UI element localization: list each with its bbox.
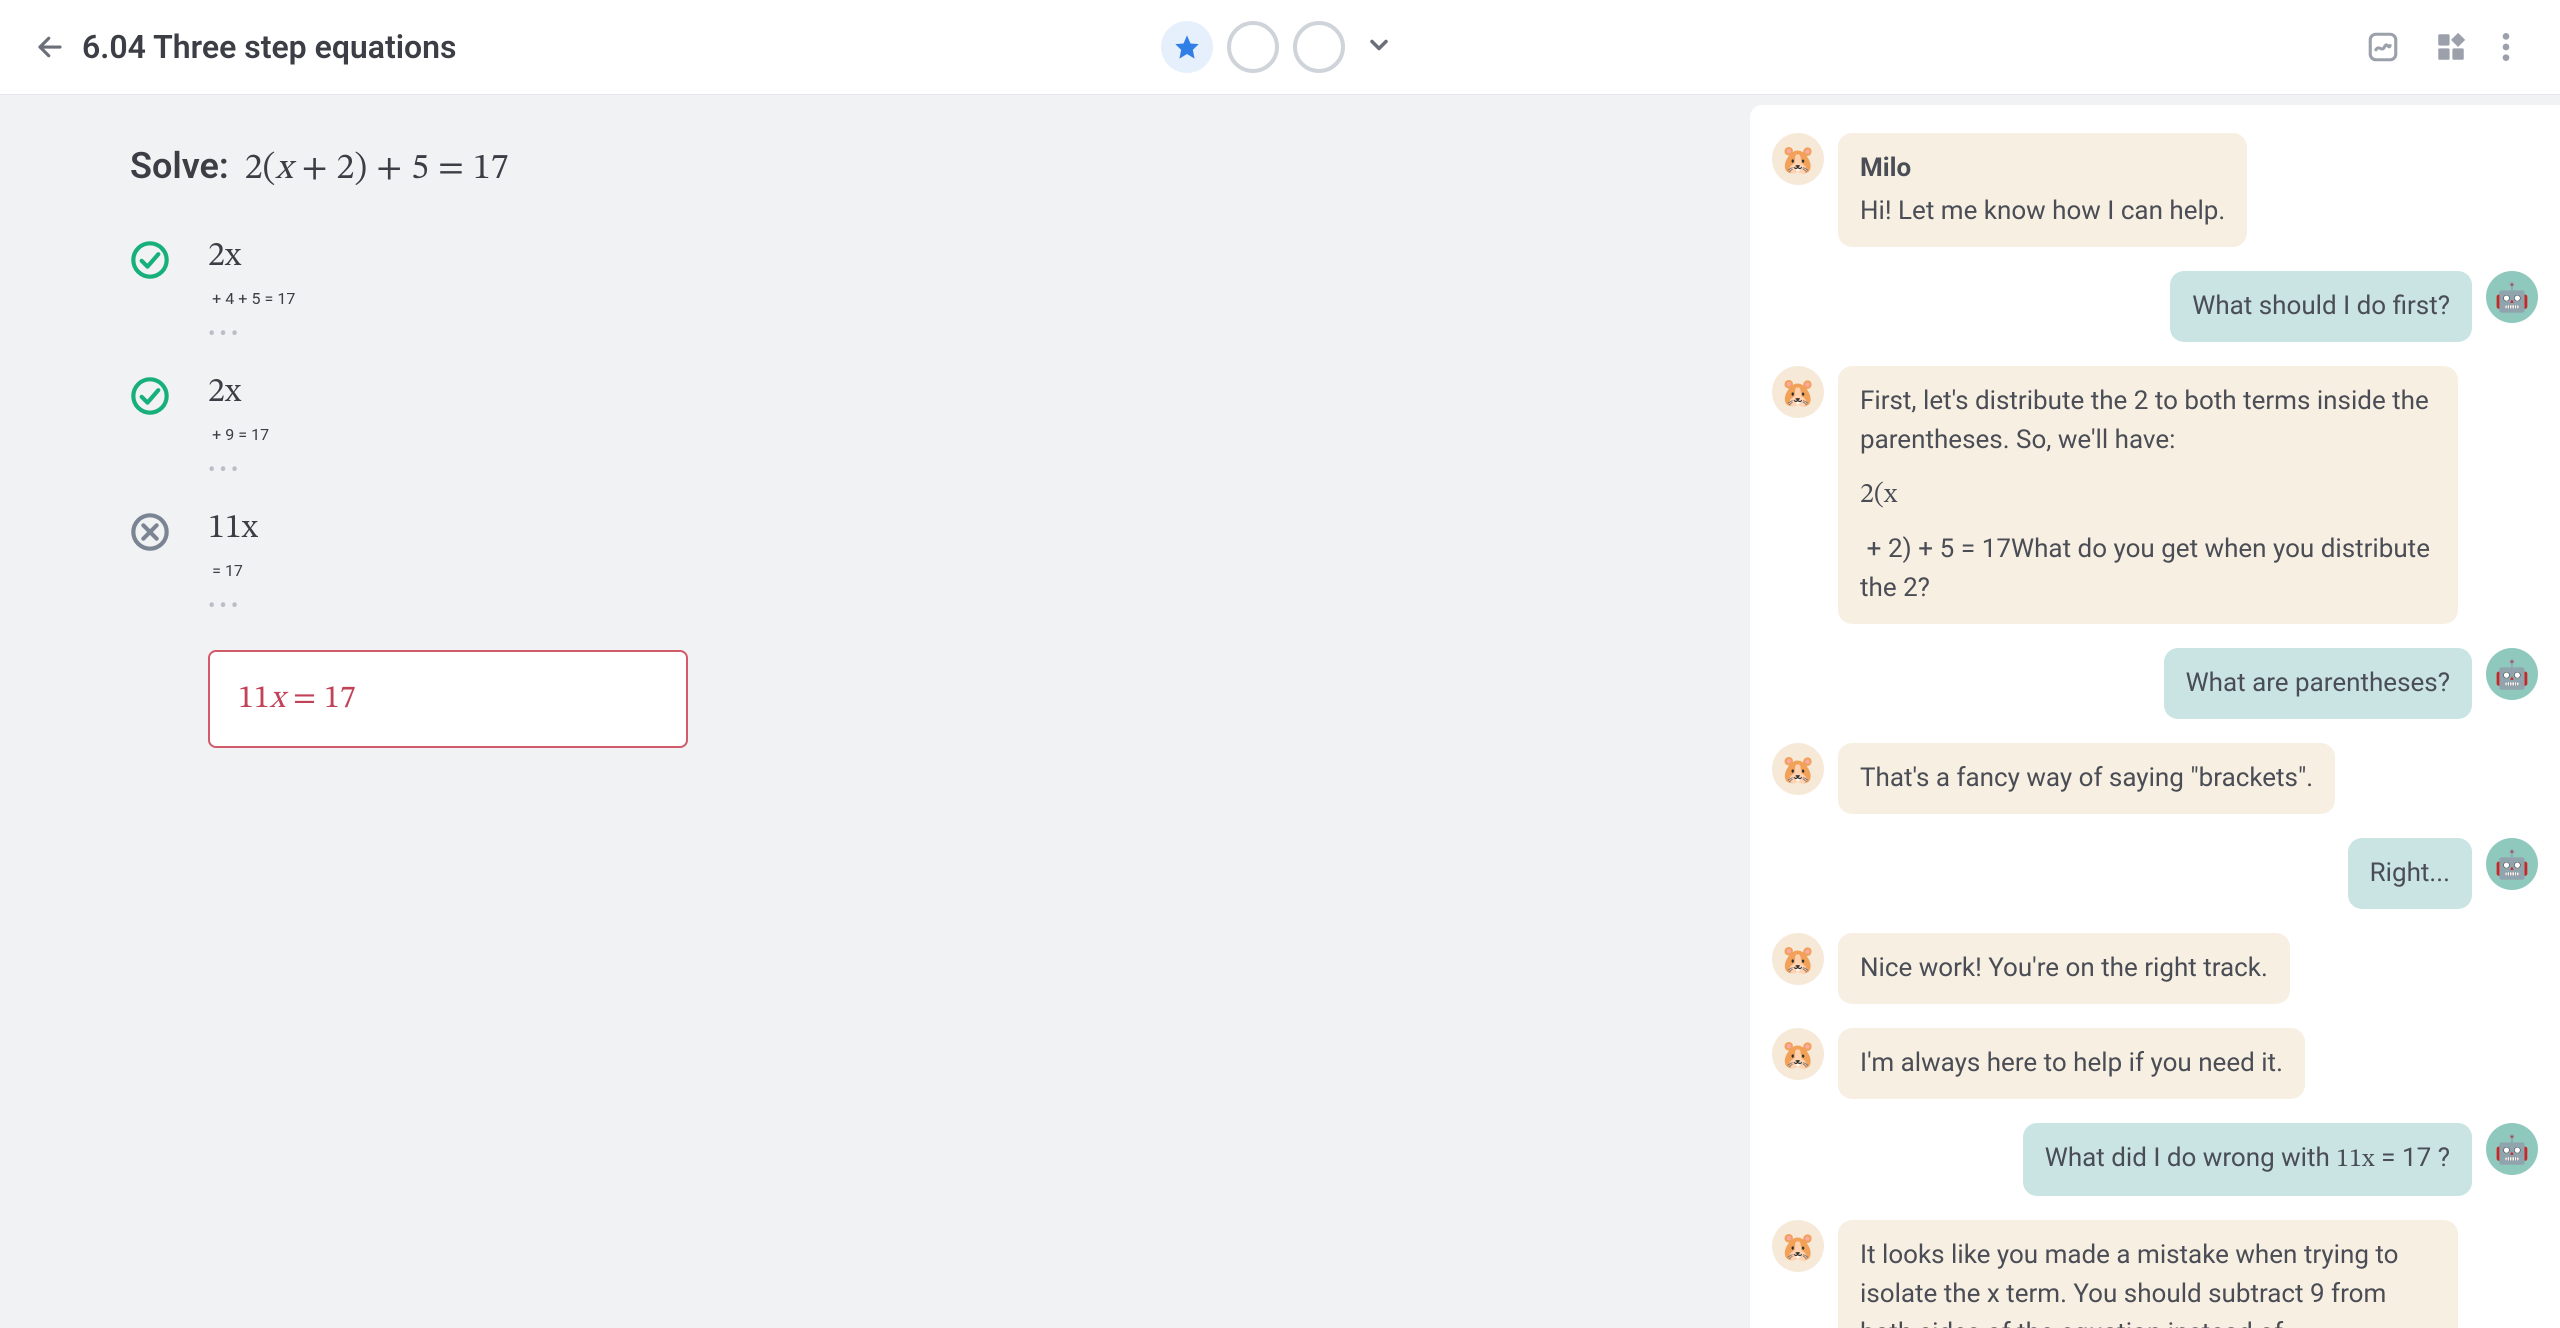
bot-avatar: 🐹 (1772, 133, 1824, 185)
bot-avatar: 🐹 (1772, 1028, 1824, 1080)
user-message: What are parentheses? 🤖 (1772, 648, 2538, 719)
step-more[interactable]: ••• (208, 318, 295, 352)
more-vert-icon (2502, 30, 2510, 64)
message-bubble: First, let's distribute the 2 to both te… (1838, 366, 2458, 624)
message-text: What do you get when you distribute the … (1860, 534, 2430, 603)
bot-message: 🐹 That's a fancy way of saying "brackets"… (1772, 743, 2538, 814)
message-bubble: What are parentheses? (2164, 648, 2472, 719)
step-more[interactable]: ••• (208, 454, 269, 488)
scratchpad-button[interactable] (2366, 30, 2400, 64)
message-bubble: Right... (2348, 838, 2472, 909)
step-row: 11x = 17••• (130, 508, 1690, 624)
problem-prompt: Solve: 2(x + 2) + 5 = 17 (130, 145, 1690, 192)
page-title: 6.04 Three step equations (82, 28, 456, 66)
message-text: What did I do wrong with (2045, 1143, 2337, 1173)
bot-message: 🐹 Nice work! You're on the right track. (1772, 933, 2538, 1004)
user-avatar: 🤖 (2486, 838, 2538, 890)
user-avatar: 🤖 (2486, 271, 2538, 323)
progress-star-filled[interactable] (1161, 21, 1213, 73)
work-area: Solve: 2(x + 2) + 5 = 17 2x + 4 + 5 = 17… (0, 95, 1750, 1328)
message-text: It looks like you made a mistake when tr… (1860, 1240, 2398, 1328)
progress-dot-2[interactable] (1227, 21, 1279, 73)
message-math: 11x (2336, 1147, 2374, 1173)
message-text: Right... (2370, 858, 2450, 888)
bot-message: 🐹 Milo Hi! Let me know how I can help. (1772, 133, 2538, 247)
message-text: Nice work! You're on the right track. (1860, 953, 2268, 983)
arrow-left-icon (35, 32, 65, 62)
bot-avatar: 🐹 (1772, 743, 1824, 795)
answer-input-value: 11x = 17 (238, 679, 356, 719)
user-message: Right... 🤖 (1772, 838, 2538, 909)
message-bubble: Milo Hi! Let me know how I can help. (1838, 133, 2247, 247)
apps-button[interactable] (2434, 30, 2468, 64)
step-status (130, 376, 170, 416)
progress-dot-3[interactable] (1293, 21, 1345, 73)
message-text: That's a fancy way of saying "brackets". (1860, 763, 2313, 793)
bot-name: Milo (1860, 149, 2225, 188)
message-text: First, let's distribute the 2 to both te… (1860, 386, 2429, 455)
message-bubble: I'm always here to help if you need it. (1838, 1028, 2305, 1099)
check-circle-icon (130, 376, 170, 416)
message-bubble: Nice work! You're on the right track. (1838, 933, 2290, 1004)
step-more[interactable]: ••• (208, 590, 258, 624)
user-avatar: 🤖 (2486, 648, 2538, 700)
toolbar-right (2366, 30, 2530, 64)
more-button[interactable] (2502, 30, 2510, 64)
answer-input[interactable]: 11x = 17 (208, 650, 688, 748)
step-equation: 2x (208, 372, 269, 415)
x-circle-icon (130, 512, 170, 552)
header: 6.04 Three step equations (0, 0, 2560, 95)
message-text: I'm always here to help if you need it. (1860, 1048, 2283, 1078)
scribble-icon (2366, 30, 2400, 64)
user-message: What did I do wrong with 11x = 17 ? 🤖 (1772, 1123, 2538, 1196)
message-bubble: What did I do wrong with 11x = 17 ? (2023, 1123, 2472, 1196)
user-avatar: 🤖 (2486, 1123, 2538, 1175)
problem-equation: 2(x + 2) + 5 = 17 (245, 147, 509, 192)
step-row: 2x + 4 + 5 = 17••• (130, 236, 1690, 352)
bot-message: 🐹 First, let's distribute the 2 to both t… (1772, 366, 2538, 624)
chevron-down-icon (1365, 31, 1393, 59)
back-button[interactable] (30, 27, 70, 67)
bot-avatar: 🐹 (1772, 1220, 1824, 1272)
prompt-label: Solve: (130, 145, 229, 187)
bot-message: 🐹 I'm always here to help if you need it. (1772, 1028, 2538, 1099)
bot-avatar: 🐹 (1772, 366, 1824, 418)
bot-avatar: 🐹 (1772, 933, 1824, 985)
step-equation: 2x (208, 236, 295, 279)
grid-icon (2434, 30, 2468, 64)
message-text: What are parentheses? (2186, 668, 2450, 698)
progress-dropdown[interactable] (1359, 25, 1399, 69)
check-circle-icon (130, 240, 170, 280)
step-equation: 11x (208, 508, 258, 551)
progress-indicators (1161, 21, 1399, 73)
message-bubble: What should I do first? (2170, 271, 2472, 342)
step-status (130, 512, 170, 552)
message-bubble: That's a fancy way of saying "brackets". (1838, 743, 2335, 814)
step-row: 2x + 9 = 17••• (130, 372, 1690, 488)
step-status (130, 240, 170, 280)
message-math: 2(x (1860, 474, 2436, 516)
bot-message: 🐹 It looks like you made a mistake when t… (1772, 1220, 2538, 1328)
message-text: Hi! Let me know how I can help. (1860, 196, 2225, 226)
message-text: What should I do first? (2192, 291, 2450, 321)
message-bubble: It looks like you made a mistake when tr… (1838, 1220, 2458, 1328)
user-message: What should I do first? 🤖 (1772, 271, 2538, 342)
chat-panel: 🐹 Milo Hi! Let me know how I can help. What… (1750, 105, 2560, 1328)
message-text: ? (2431, 1143, 2450, 1173)
star-icon (1173, 33, 1201, 61)
